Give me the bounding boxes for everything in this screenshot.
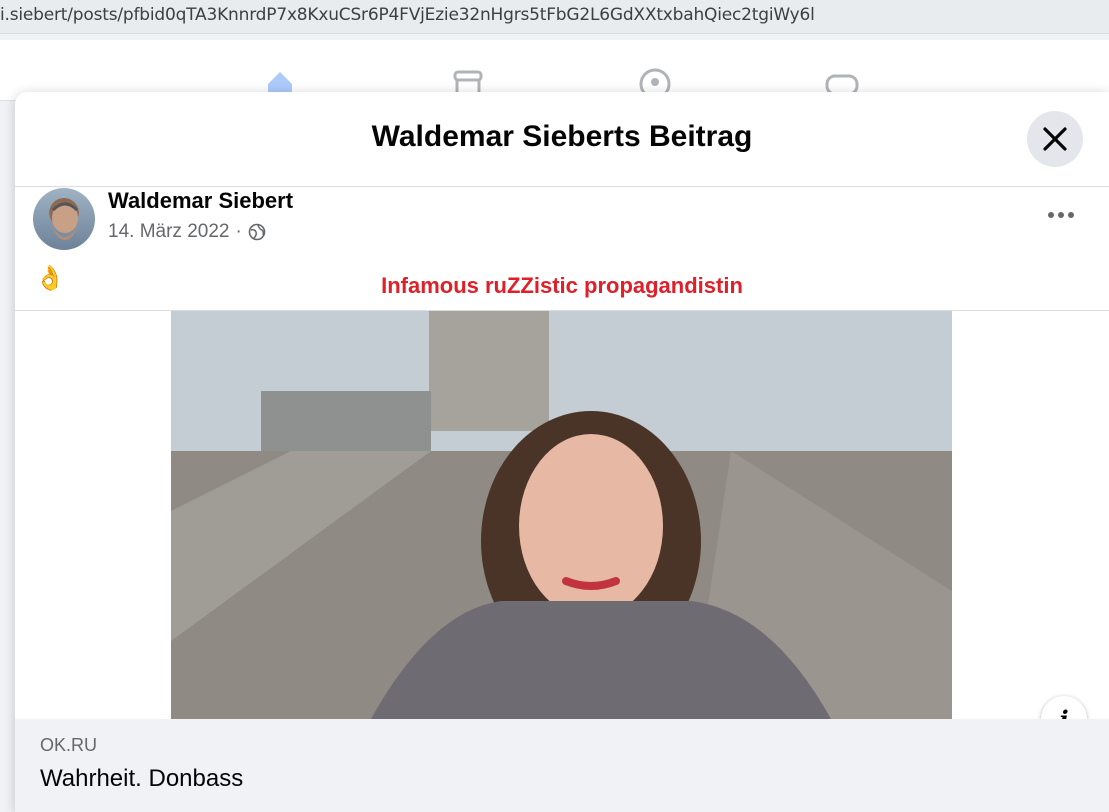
avatar[interactable] bbox=[33, 188, 95, 250]
more-horizontal-icon bbox=[1048, 212, 1054, 218]
dialog-header: Waldemar Sieberts Beitrag bbox=[15, 92, 1109, 187]
close-icon bbox=[1043, 127, 1067, 151]
close-button[interactable] bbox=[1027, 111, 1083, 167]
link-title[interactable]: Wahrheit. Donbass bbox=[40, 765, 243, 793]
url-text[interactable]: i.siebert/posts/pfbid0qTA3KnnrdP7x8KxuCS… bbox=[0, 5, 815, 25]
post-date[interactable]: 14. März 2022 bbox=[108, 221, 229, 243]
post-meta: 14. März 2022 · bbox=[108, 221, 266, 243]
preview-image[interactable] bbox=[171, 311, 952, 719]
post-dialog: Waldemar Sieberts Beitrag Waldemar Siebe… bbox=[15, 92, 1109, 812]
browser-address-bar[interactable]: i.siebert/posts/pfbid0qTA3KnnrdP7x8KxuCS… bbox=[0, 0, 1109, 34]
link-domain: OK.RU bbox=[40, 735, 98, 755]
dialog-title: Waldemar Sieberts Beitrag bbox=[371, 120, 753, 153]
link-preview[interactable]: Infamous ruZZistic propagandistin i OK.R… bbox=[15, 273, 1109, 812]
author-name[interactable]: Waldemar Siebert bbox=[108, 188, 293, 214]
image-caption: Infamous ruZZistic propagandistin bbox=[381, 273, 743, 298]
meta-separator: · bbox=[235, 221, 242, 242]
globe-icon[interactable] bbox=[248, 223, 266, 241]
more-options-button[interactable] bbox=[1033, 200, 1089, 230]
preview-footer[interactable]: OK.RU Wahrheit. Donbass bbox=[15, 719, 1109, 812]
